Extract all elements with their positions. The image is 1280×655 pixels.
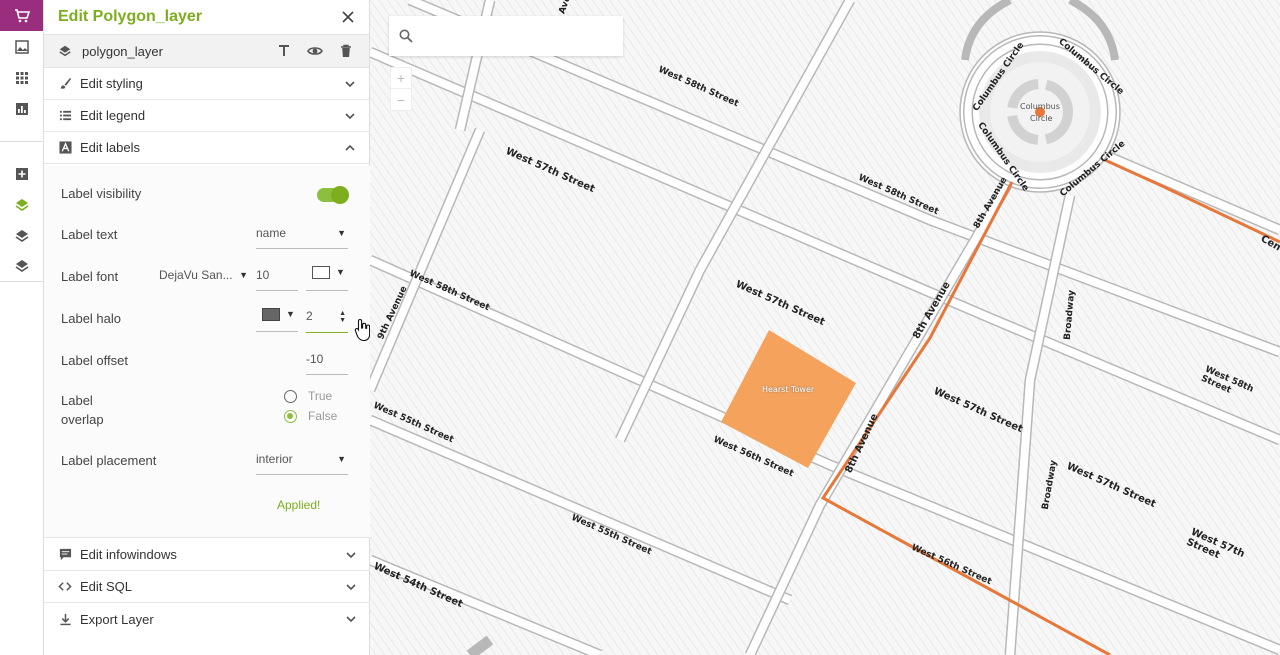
caret-down-icon: ▼ <box>337 228 346 238</box>
layer-name: polygon_layer <box>82 43 163 59</box>
label-halo-value: 2 <box>306 309 313 323</box>
chevron-up-icon <box>345 144 355 151</box>
edit-layer-panel: Edit Polygon_layer polygon_layer Edit st… <box>44 0 371 655</box>
section-label: Edit infowindows <box>80 547 177 562</box>
label-placement-label: Label placement <box>61 453 157 468</box>
label-overlap-label-line1: Label <box>61 393 93 408</box>
map-svg <box>370 0 1280 655</box>
list-icon <box>58 109 72 123</box>
label-halo-size-input[interactable]: 2 ▲ ▼ <box>306 309 348 333</box>
layers-icon-active[interactable] <box>0 189 43 220</box>
zoom-out-button[interactable]: − <box>391 89 411 110</box>
trash-icon[interactable] <box>338 43 354 59</box>
panel-title: Edit Polygon_layer <box>58 8 203 25</box>
chevron-down-icon <box>346 616 356 623</box>
overlap-false-radio[interactable] <box>284 410 297 423</box>
add-layer-icon[interactable] <box>0 158 43 189</box>
comment-icon <box>58 548 72 562</box>
section-label: Edit labels <box>80 140 140 155</box>
map-canvas[interactable]: West 58th Street West 57th Street West 5… <box>370 0 1280 655</box>
map-search-box <box>389 16 623 56</box>
label-visibility-label: Label visibility <box>61 186 142 201</box>
section-edit-infowindows[interactable]: Edit infowindows <box>44 539 370 571</box>
applied-status: Applied! <box>277 498 321 512</box>
chevron-down-icon <box>346 552 356 559</box>
stepper-icon[interactable]: ▲ ▼ <box>339 310 346 324</box>
label-text-value: name <box>256 226 287 240</box>
label-offset-value: -10 <box>306 352 324 366</box>
eye-icon[interactable] <box>307 43 323 59</box>
label-offset-input[interactable]: -10 <box>306 352 348 375</box>
bar-chart-icon[interactable] <box>0 93 43 124</box>
section-label: Export Layer <box>80 611 154 627</box>
chevron-down-icon <box>345 81 355 88</box>
label-text-label: Label text <box>61 227 118 242</box>
section-edit-styling[interactable]: Edit styling <box>44 68 369 100</box>
label-font-size-input[interactable]: 10 <box>256 268 298 291</box>
label-placement-value: interior <box>256 452 293 466</box>
section-edit-legend[interactable]: Edit legend <box>44 100 369 132</box>
chevron-down-icon <box>346 584 356 591</box>
label-font-label: Label font <box>61 269 119 284</box>
search-icon <box>399 29 413 43</box>
section-edit-sql[interactable]: Edit SQL <box>44 571 370 603</box>
label-font-family-value: DejaVu San... <box>159 268 233 282</box>
download-icon <box>58 612 72 626</box>
label-text-select[interactable]: name ▼ <box>256 226 348 249</box>
label-offset-label: Label offset <box>61 353 128 368</box>
basket-icon[interactable] <box>0 0 43 31</box>
color-swatch <box>312 266 330 279</box>
caret-down-icon: ▼ <box>239 270 248 280</box>
code-icon <box>58 580 72 594</box>
text-box-icon <box>58 141 72 155</box>
image-icon[interactable] <box>0 31 43 62</box>
label-halo-label: Label halo <box>61 311 121 326</box>
label-overlap-label-line2: overlap <box>61 412 104 427</box>
layer-row: polygon_layer <box>44 34 369 68</box>
app: Edit Polygon_layer polygon_layer Edit st… <box>0 0 1280 655</box>
section-edit-labels[interactable]: Edit labels <box>44 132 369 164</box>
layers-icon[interactable] <box>0 220 43 251</box>
overlap-true-label: True <box>308 389 333 403</box>
search-input[interactable] <box>421 28 611 44</box>
label-placement-select[interactable]: interior ▼ <box>256 452 348 475</box>
text-icon[interactable] <box>276 43 292 59</box>
label-font-color-picker[interactable]: ▼ <box>306 266 348 291</box>
layers-icon <box>59 45 71 57</box>
panel-header: Edit Polygon_layer <box>44 0 369 34</box>
section-export-layer[interactable]: Export Layer <box>44 603 370 635</box>
layers-icon-2[interactable] <box>0 251 43 282</box>
caret-down-icon: ▼ <box>336 267 345 277</box>
section-label: Edit SQL <box>80 579 133 594</box>
tool-rail <box>0 0 44 655</box>
zoom-in-button[interactable]: + <box>391 68 411 89</box>
overlap-false-label: False <box>308 409 338 423</box>
caret-down-icon: ▼ <box>337 454 346 464</box>
overlap-true-radio[interactable] <box>284 390 297 403</box>
label-font-size-value: 10 <box>256 268 270 282</box>
section-label: Edit styling <box>80 76 143 91</box>
caret-down-icon: ▼ <box>286 309 295 319</box>
brush-icon <box>58 77 72 91</box>
section-label: Edit legend <box>80 108 146 123</box>
label-halo-color-picker[interactable]: ▼ <box>256 307 298 332</box>
label-visibility-toggle[interactable] <box>317 186 349 204</box>
close-icon[interactable] <box>337 6 359 28</box>
chevron-down-icon <box>345 113 355 120</box>
grid-icon[interactable] <box>0 62 43 93</box>
label-font-family-select[interactable]: DejaVu San... ▼ <box>159 268 250 290</box>
color-swatch <box>262 308 280 321</box>
zoom-control: + − <box>390 67 412 111</box>
